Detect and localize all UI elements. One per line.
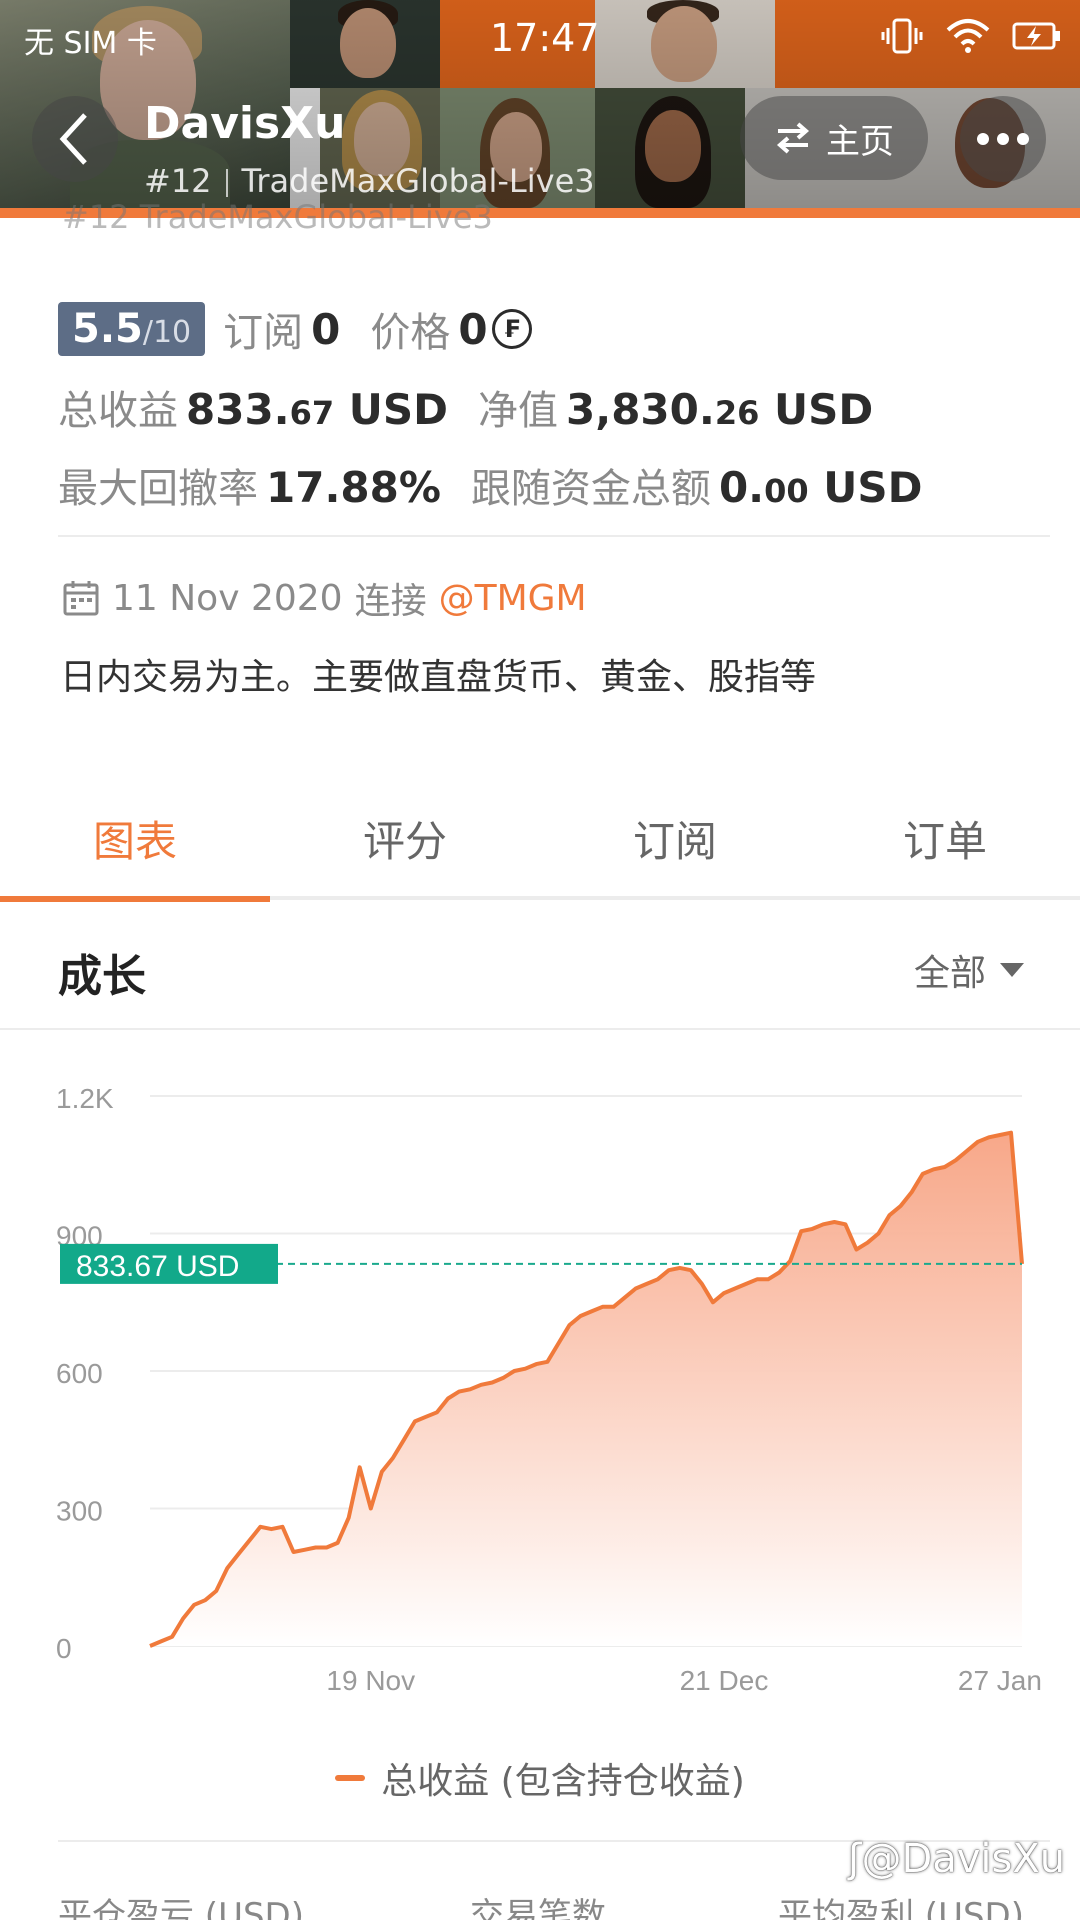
y-tick-label: 0 <box>56 1633 72 1664</box>
screen: 无 SIM 卡 17:47 DavisXu #12 TradeMaxGlobal-… <box>0 0 1080 1920</box>
growth-chart: 03006009001.2K833.67 USD19 Nov 21 Dec 27 J… <box>56 1083 1042 1696</box>
closed-pnl-label: 平仓盈亏 (USD) <box>58 1896 304 1920</box>
server-text: TradeMaxGlobal-Live3 <box>241 162 595 200</box>
y-tick-label: 300 <box>56 1496 103 1527</box>
vibrate-icon <box>881 18 923 54</box>
legend-swatch <box>335 1775 366 1781</box>
tab-orders[interactable]: 订单 <box>810 780 1080 896</box>
connect-date: 11 Nov 2020 <box>112 577 343 619</box>
score-badge: 5.5/10 <box>58 302 206 356</box>
section-title: 成长 <box>58 951 146 1002</box>
reference-label: 833.67 USD <box>76 1250 239 1283</box>
home-button-label: 主页 <box>826 121 894 162</box>
strategy-description: 日内交易为主。主要做直盘货币、黄金、股指等 <box>60 657 817 698</box>
subscribe-value: 0 <box>311 304 341 354</box>
coin-icon: ₣ <box>491 309 532 349</box>
connect-info: 11 Nov 2020 连接 @TMGM <box>62 572 587 624</box>
growth-section-header: 成长 全部 <box>0 900 1080 1030</box>
score-value: 5.5 <box>72 306 143 352</box>
status-bar: 无 SIM 卡 17:47 <box>0 0 1080 76</box>
score-max: /10 <box>142 315 192 350</box>
calendar-icon <box>63 581 99 616</box>
trade-count-label: 交易笔数 <box>470 1896 606 1920</box>
clock: 17:47 <box>490 16 600 60</box>
drawdown-label: 最大回撤率 <box>58 466 258 512</box>
tab-bar: 图表 评分 订阅 订单 <box>0 780 1080 902</box>
weibo-icon: ʃ <box>848 1836 862 1882</box>
subscribe-label: 订阅 <box>223 310 304 356</box>
follow-funds-value: 0.00 USD <box>718 463 923 512</box>
y-tick-label: 1.2K <box>56 1083 114 1114</box>
price-value: 0 <box>458 304 488 354</box>
series-area <box>150 1132 1022 1646</box>
stats-panel: 5.5/10 订阅 0 价格 0 ₣ 总收益 833.67 USD 净值 3,8… <box>58 300 1048 534</box>
x-tick-label: 19 Nov <box>326 1665 415 1696</box>
drawdown-value: 17.88% <box>266 463 441 512</box>
tab-chart[interactable]: 图表 <box>0 780 270 896</box>
range-filter-label: 全部 <box>913 953 986 994</box>
total-profit-label: 总收益 <box>58 388 178 434</box>
chart-legend: 总收益 (包含持仓收益) <box>0 1752 1080 1804</box>
watermark: ʃ@DavisXu <box>848 1836 1066 1882</box>
chevron-left-icon <box>59 113 87 165</box>
price-label: 价格 <box>370 310 451 356</box>
x-tick-label: 27 Jan <box>958 1665 1042 1696</box>
legend-label: 总收益 (包含持仓收益) <box>381 1761 745 1802</box>
divider <box>58 535 1050 537</box>
y-tick-label: 600 <box>56 1358 103 1389</box>
dot-icon <box>977 133 989 145</box>
swap-icon <box>776 122 810 154</box>
broker-link[interactable]: @TMGM <box>439 578 587 619</box>
battery-charging-icon <box>1012 22 1060 50</box>
rank-text: #12 <box>144 162 212 200</box>
more-options-button[interactable] <box>960 96 1046 182</box>
tab-rating[interactable]: 评分 <box>270 780 540 896</box>
connect-text: 连接 <box>354 581 427 622</box>
caret-down-icon <box>1000 963 1024 977</box>
carrier-text: 无 SIM 卡 <box>24 26 157 61</box>
user-subtitle: #12 TradeMaxGlobal-Live3 <box>144 162 595 200</box>
wifi-icon <box>946 19 990 53</box>
avg-profit-label: 平均盈利 (USD) <box>778 1896 1024 1920</box>
range-filter-dropdown[interactable]: 全部 <box>914 944 1024 996</box>
dot-icon <box>997 133 1009 145</box>
back-button[interactable] <box>32 96 118 182</box>
x-tick-label: 21 Dec <box>680 1665 769 1696</box>
equity-label: 净值 <box>478 388 559 434</box>
follow-funds-label: 跟随资金总额 <box>470 466 711 512</box>
home-button[interactable]: 主页 <box>740 96 928 180</box>
equity-value: 3,830.26 USD <box>566 385 874 434</box>
dot-icon <box>1017 133 1029 145</box>
user-name: DavisXu <box>144 98 346 149</box>
tab-subscription[interactable]: 订阅 <box>540 780 810 896</box>
scrolled-subtitle-ghost: #12 TradeMaxGlobal-Live3 <box>62 198 493 236</box>
total-profit-value: 833.67 USD <box>186 385 449 434</box>
